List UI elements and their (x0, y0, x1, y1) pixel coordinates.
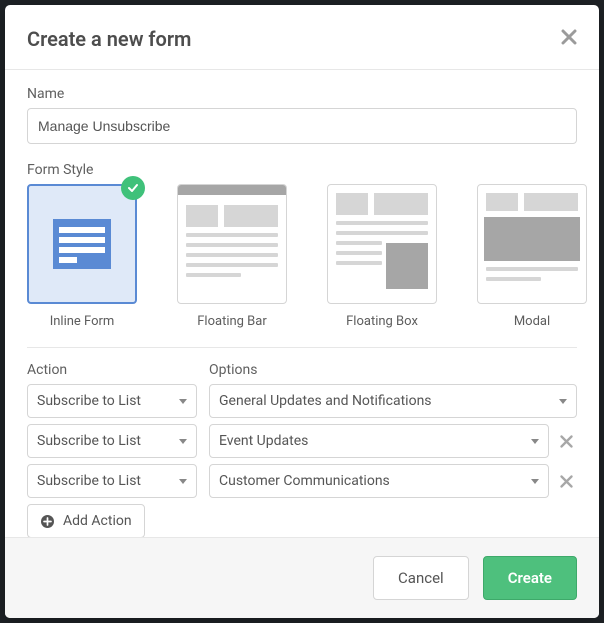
add-action-button[interactable]: Add Action (27, 504, 145, 537)
dialog-title: Create a new form (27, 27, 191, 51)
dialog-footer: Cancel Create (5, 537, 599, 618)
close-icon (561, 29, 577, 45)
form-style-option-inline-form[interactable]: Inline Form (27, 184, 137, 329)
form-style-option-floating-box[interactable]: Floating Box (327, 184, 437, 329)
check-icon (127, 182, 139, 194)
inline-form-thumb (27, 184, 137, 304)
chevron-down-icon (559, 399, 567, 404)
create-label: Create (508, 569, 552, 587)
form-style-option-floating-bar[interactable]: Floating Bar (177, 184, 287, 329)
close-button[interactable] (561, 28, 577, 50)
action-row: Subscribe to List (27, 384, 197, 418)
chevron-down-icon (531, 439, 539, 444)
options-column: Options General Updates and Notification… (209, 362, 577, 537)
chevron-down-icon (179, 479, 187, 484)
plus-circle-icon (40, 514, 55, 529)
form-style-grid: Inline Form Floating Bar (27, 184, 577, 329)
name-section: Name (27, 86, 577, 144)
form-style-option-label: Inline Form (50, 314, 115, 329)
close-icon (560, 475, 573, 488)
add-action-label: Add Action (63, 513, 132, 529)
option-select-value: General Updates and Notifications (219, 393, 432, 409)
action-options-grid: Action Subscribe to List Subscribe to Li… (27, 362, 577, 537)
option-row: Event Updates (209, 424, 577, 458)
action-row: Subscribe to List (27, 424, 197, 458)
modal-thumb (477, 184, 587, 304)
option-select[interactable]: General Updates and Notifications (209, 384, 577, 418)
action-select-value: Subscribe to List (37, 473, 141, 489)
remove-action-button[interactable] (555, 430, 577, 452)
cancel-label: Cancel (398, 569, 444, 587)
action-header: Action (27, 362, 197, 378)
option-select-value: Customer Communications (219, 473, 390, 489)
form-style-label: Form Style (27, 162, 577, 178)
floating-bar-thumb (177, 184, 287, 304)
action-select[interactable]: Subscribe to List (27, 464, 197, 498)
dialog-header: Create a new form (5, 5, 599, 70)
selected-check-badge (121, 176, 145, 200)
cancel-button[interactable]: Cancel (373, 556, 469, 600)
option-select[interactable]: Event Updates (209, 424, 549, 458)
create-form-dialog: Create a new form Name Form Style (5, 5, 599, 618)
option-row: General Updates and Notifications (209, 384, 577, 418)
action-select[interactable]: Subscribe to List (27, 384, 197, 418)
form-style-option-label: Floating Bar (197, 314, 267, 329)
action-select-value: Subscribe to List (37, 393, 141, 409)
form-style-option-label: Modal (514, 314, 550, 329)
name-label: Name (27, 86, 577, 102)
action-row: Subscribe to List (27, 464, 197, 498)
option-row: Customer Communications (209, 464, 577, 498)
chevron-down-icon (179, 399, 187, 404)
options-header: Options (209, 362, 577, 378)
action-column: Action Subscribe to List Subscribe to Li… (27, 362, 197, 537)
close-icon (560, 435, 573, 448)
option-select-value: Event Updates (219, 433, 308, 449)
name-input[interactable] (27, 108, 577, 144)
form-style-option-label: Floating Box (346, 314, 418, 329)
form-style-option-modal[interactable]: Modal (477, 184, 587, 329)
section-divider (27, 347, 577, 348)
form-style-section: Form Style (27, 162, 577, 329)
floating-box-thumb (327, 184, 437, 304)
option-select[interactable]: Customer Communications (209, 464, 549, 498)
dialog-body: Name Form Style (5, 70, 599, 537)
create-button[interactable]: Create (483, 556, 577, 600)
chevron-down-icon (179, 439, 187, 444)
remove-action-button[interactable] (555, 470, 577, 492)
action-select-value: Subscribe to List (37, 433, 141, 449)
chevron-down-icon (531, 479, 539, 484)
action-select[interactable]: Subscribe to List (27, 424, 197, 458)
